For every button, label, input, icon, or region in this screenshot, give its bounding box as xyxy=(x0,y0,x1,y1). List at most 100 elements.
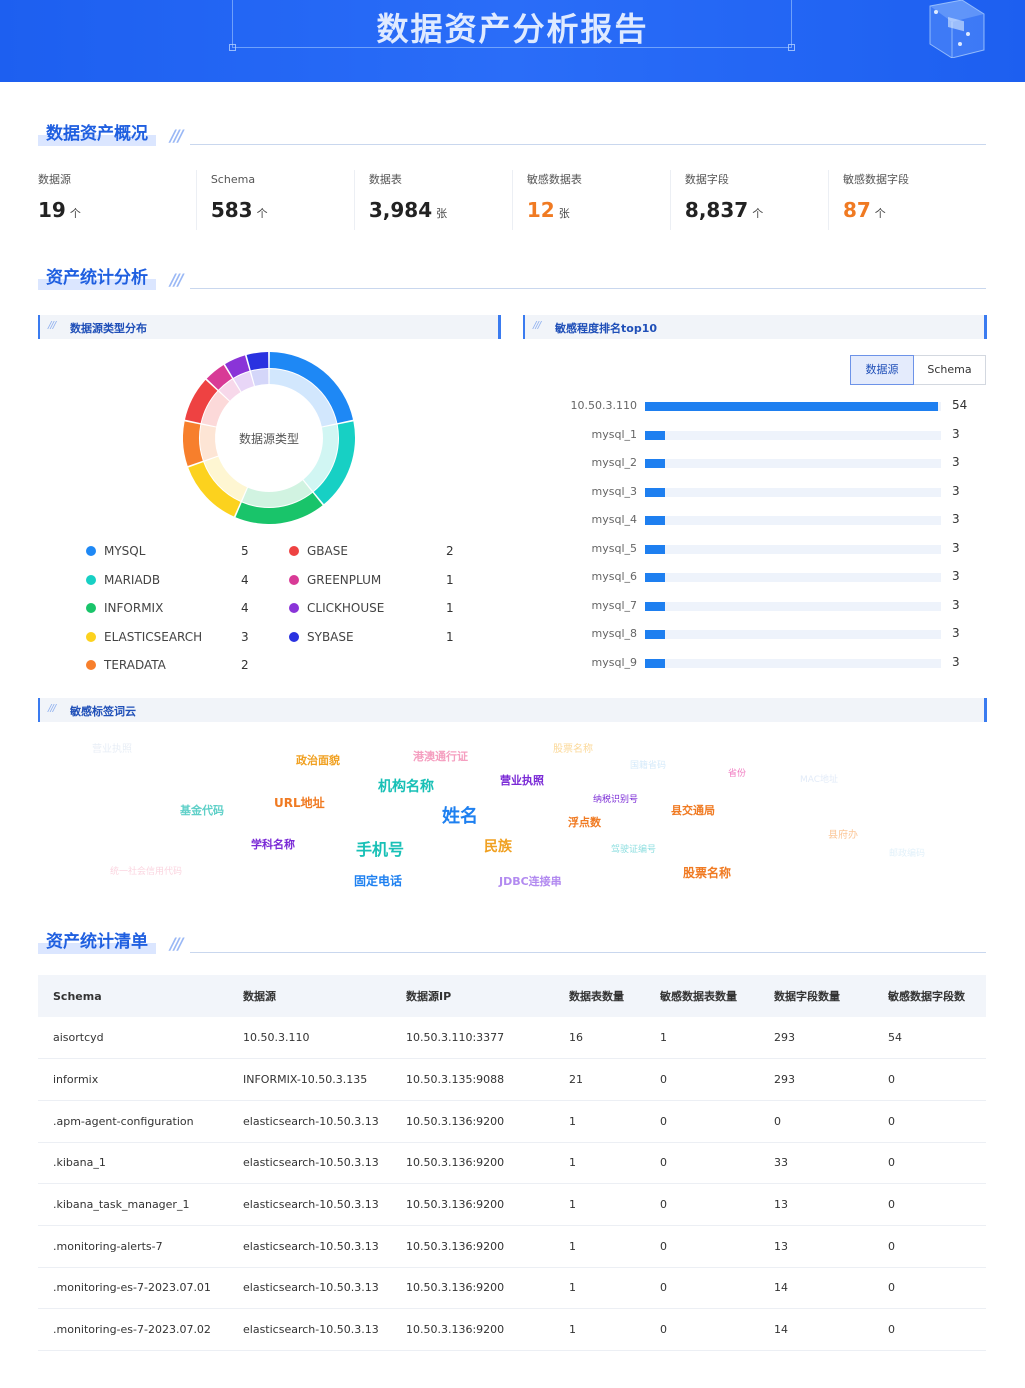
rank-bar[interactable] xyxy=(645,430,665,440)
panel-header-sensitive-rank: /// 敏感程度排名top10 xyxy=(523,315,987,339)
stat-card: 敏感数据表 12 张 xyxy=(511,170,670,230)
table-row[interactable]: aisortcyd 10.50.3.110 10.50.3.110:3377 16 1 2… xyxy=(38,1017,986,1060)
rank-bar[interactable] xyxy=(645,459,665,468)
table-cell: 13 xyxy=(759,1225,873,1268)
rank-bar[interactable] xyxy=(645,487,665,497)
word-cloud-tag[interactable]: 港澳通行证 xyxy=(413,748,468,764)
legend-item-greenplum[interactable]: GREENPLUM 1 xyxy=(289,570,459,590)
table-cell: .kibana_1 xyxy=(38,1142,228,1185)
table-cell: 0 xyxy=(873,1142,986,1185)
word-cloud-tag[interactable]: 股票名称 xyxy=(553,740,593,755)
rank-bar-track xyxy=(645,516,941,525)
overview-stats: 数据源 19 个 Schema 583 个数据表 3,984 张敏感数据表 12 张数据字段 8,8… xyxy=(38,170,986,230)
rank-bar[interactable] xyxy=(645,658,665,668)
table-row[interactable]: .monitoring-es-7-2023.07.02 elasticsearch… xyxy=(38,1308,986,1351)
table-cell: 0 xyxy=(873,1058,986,1101)
stat-unit: 个 xyxy=(752,207,764,220)
stat-label: 数据表 xyxy=(368,173,402,186)
rank-bar-row: mysql_3 3 xyxy=(540,483,980,503)
table-cell: elasticsearch-10.50.3.13 xyxy=(228,1225,391,1268)
stat-unit: 张 xyxy=(436,207,448,220)
toggle-datasource-button[interactable]: 数据源 xyxy=(850,355,914,385)
table-cell: 33 xyxy=(759,1142,873,1185)
legend-item-mariadb[interactable]: MARIADB 4 xyxy=(86,570,256,590)
word-cloud-tag[interactable]: 邮政编码 xyxy=(889,846,925,859)
word-cloud-tag[interactable]: URL地址 xyxy=(274,794,325,811)
legend-item-informix[interactable]: INFORMIX 4 xyxy=(86,598,256,618)
legend-count: 2 xyxy=(241,658,249,672)
word-cloud-tag[interactable]: 国籍省码 xyxy=(630,758,666,771)
rank-bar-track xyxy=(645,630,941,639)
word-cloud-tag[interactable]: 固定电话 xyxy=(354,872,402,889)
table-cell: 0 xyxy=(873,1308,986,1351)
rank-bar-track xyxy=(645,601,941,611)
section-divider xyxy=(190,144,986,145)
rank-bar[interactable] xyxy=(645,573,665,582)
rank-bar[interactable] xyxy=(645,544,665,554)
table-cell: .monitoring-alerts-7 xyxy=(38,1225,228,1268)
section-title: 资产统计分析 xyxy=(38,266,156,290)
table-cell: 10.50.3.136:9200 xyxy=(391,1183,554,1226)
stat-card: 敏感数据字段 87 个 xyxy=(827,170,986,230)
rank-bar-label: mysql_3 xyxy=(591,484,638,498)
table-cell: 0 xyxy=(645,1058,759,1101)
word-cloud-tag[interactable]: 政治面貌 xyxy=(296,752,340,768)
rank-bar-row: mysql_9 3 xyxy=(540,654,980,674)
word-cloud-tag[interactable]: 驾驶证编号 xyxy=(611,842,656,855)
legend-item-sybase[interactable]: SYBASE 1 xyxy=(289,627,459,647)
word-cloud-tag[interactable]: 省份 xyxy=(728,766,746,779)
word-cloud-tag[interactable]: 纳税识别号 xyxy=(593,792,638,805)
legend-dot-icon xyxy=(289,603,299,613)
table-row[interactable]: .monitoring-alerts-7 elasticsearch-10.50.… xyxy=(38,1225,986,1268)
table-row[interactable]: .apm-agent-configuration elasticsearch-10… xyxy=(38,1100,986,1143)
rank-bar[interactable] xyxy=(645,630,665,639)
rank-bar-label: mysql_9 xyxy=(591,655,638,669)
legend-item-gbase[interactable]: GBASE 2 xyxy=(289,541,459,561)
word-cloud-tag[interactable]: 机构名称 xyxy=(378,776,434,796)
donut-slice-sybase[interactable] xyxy=(246,352,269,371)
toggle-schema-button[interactable]: Schema xyxy=(914,355,986,385)
table-row[interactable]: .kibana_1 elasticsearch-10.50.3.13 10.50.3… xyxy=(38,1142,986,1185)
stat-value: 8,837 xyxy=(684,198,749,222)
rank-bar-row: mysql_4 3 xyxy=(540,511,980,531)
word-cloud-tag[interactable]: 营业执照 xyxy=(500,772,544,788)
word-cloud-tag[interactable]: JDBC连接串 xyxy=(499,873,562,889)
word-cloud-tag[interactable]: 浮点数 xyxy=(568,814,601,830)
table-cell: 1 xyxy=(554,1308,645,1351)
table-cell: 1 xyxy=(554,1100,645,1143)
rank-dimension-toggle: 数据源 Schema xyxy=(850,355,986,385)
report-cube-icon xyxy=(929,0,985,58)
legend-item-mysql[interactable]: MYSQL 5 xyxy=(86,541,256,561)
rank-bar-value: 3 xyxy=(952,540,960,555)
word-cloud-tag[interactable]: 县府办 xyxy=(828,826,858,841)
table-cell: .monitoring-es-7-2023.07.02 xyxy=(38,1308,228,1351)
word-cloud-tag[interactable]: 股票名称 xyxy=(683,864,731,881)
legend-label: GBASE xyxy=(307,544,348,558)
word-cloud-tag[interactable]: 手机号 xyxy=(356,836,404,860)
table-cell: 1 xyxy=(554,1267,645,1310)
legend-item-elasticsearch[interactable]: ELASTICSEARCH 3 xyxy=(86,627,256,647)
table-cell: elasticsearch-10.50.3.13 xyxy=(228,1183,391,1226)
rank-bar[interactable] xyxy=(645,601,665,611)
rank-bar-label: 10.50.3.110 xyxy=(570,399,637,412)
stat-label: 敏感数据字段 xyxy=(842,173,909,186)
stat-value: 12 xyxy=(526,198,555,222)
table-row[interactable]: .kibana_task_manager_1 elasticsearch-10.5… xyxy=(38,1183,986,1226)
word-cloud-tag[interactable]: 学科名称 xyxy=(251,836,295,852)
legend-item-teradata[interactable]: TERADATA 2 xyxy=(86,655,256,675)
table-row[interactable]: .monitoring-es-7-2023.07.01 elasticsearch… xyxy=(38,1267,986,1310)
table-row[interactable]: informix INFORMIX-10.50.3.135 10.50.3.135:… xyxy=(38,1058,986,1101)
word-cloud-tag[interactable]: 基金代码 xyxy=(180,802,224,818)
legend-label: ELASTICSEARCH xyxy=(104,629,203,644)
legend-item-clickhouse[interactable]: CLICKHOUSE 1 xyxy=(289,598,459,618)
word-cloud-tag[interactable]: 民族 xyxy=(484,836,512,856)
word-cloud-tag[interactable]: MAC地址 xyxy=(800,772,838,785)
word-cloud-tag[interactable]: 统一社会信用代码 xyxy=(110,864,182,877)
rank-bar[interactable] xyxy=(645,402,938,411)
legend-label: TERADATA xyxy=(104,658,166,672)
rank-bar[interactable] xyxy=(645,516,665,525)
word-cloud-tag[interactable]: 姓名 xyxy=(442,802,478,828)
word-cloud-tag[interactable]: 营业执照 xyxy=(92,740,132,755)
word-cloud-tag[interactable]: 县交通局 xyxy=(671,802,715,818)
section-header-analysis: 资产统计分析 /// xyxy=(38,266,986,296)
